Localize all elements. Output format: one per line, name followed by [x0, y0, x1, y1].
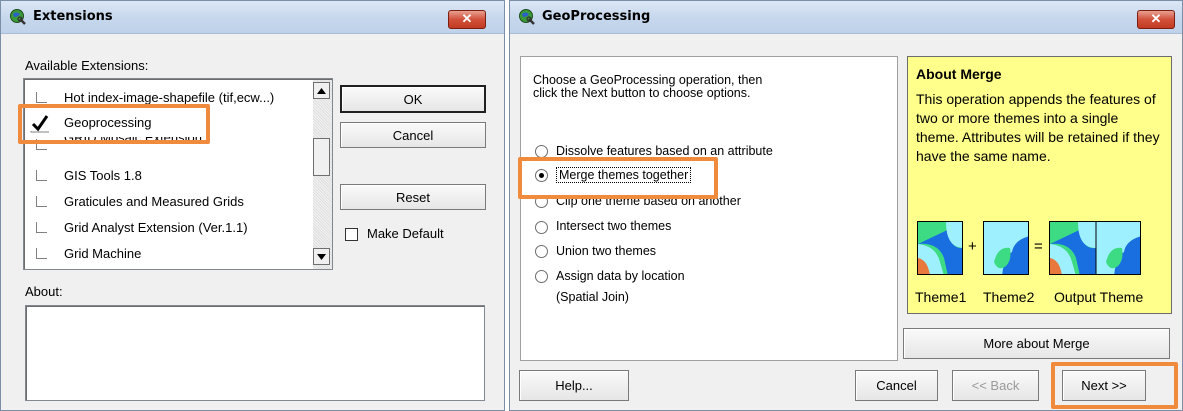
scroll-thumb[interactable]: [313, 138, 330, 176]
theme1-caption: Theme1: [915, 289, 967, 305]
about-label: About:: [25, 284, 63, 299]
scroll-down-button[interactable]: [313, 248, 330, 265]
radio-assign[interactable]: [535, 270, 548, 283]
checkbox[interactable]: [36, 248, 47, 259]
geoprocessing-dialog: GeoProcessing ✕ Choose a GeoProcessing o…: [509, 0, 1183, 411]
list-item[interactable]: GIS Tools 1.8: [24, 163, 314, 188]
equals-sign: =: [1034, 238, 1043, 255]
extensions-close-button[interactable]: ✕: [448, 10, 486, 29]
list-item-label: Grid Analyst Extension (Ver.1.1): [64, 220, 248, 235]
next-highlight: [1051, 362, 1178, 409]
output-theme-caption: Output Theme: [1054, 289, 1144, 305]
reset-button[interactable]: Reset: [340, 184, 486, 210]
scroll-up-button[interactable]: [313, 82, 330, 99]
option-intersect-label[interactable]: Intersect two themes: [556, 219, 671, 233]
make-default-checkbox[interactable]: [345, 228, 358, 241]
option-dissolve-label[interactable]: Dissolve features based on an attribute: [556, 144, 773, 158]
list-item-label: Grid Machine: [64, 246, 142, 261]
help-button[interactable]: Help...: [519, 370, 629, 401]
geoprocessing-titlebar[interactable]: GeoProcessing ✕: [510, 1, 1182, 34]
extensions-titlebar[interactable]: Extensions ✕: [1, 1, 504, 34]
geoprocessing-close-button[interactable]: ✕: [1137, 10, 1175, 29]
extensions-dialog: Extensions ✕ Available Extensions: Hot i…: [0, 0, 505, 411]
option-assign-label[interactable]: Assign data by location: [556, 269, 685, 283]
available-extensions-label: Available Extensions:: [25, 58, 149, 73]
output-theme-map-image: [1049, 221, 1141, 275]
theme1-map-image: [917, 221, 963, 275]
geoprocessing-title: GeoProcessing: [542, 9, 651, 24]
checkbox[interactable]: [36, 170, 47, 181]
list-item[interactable]: Grid Analyst Extension (Ver.1.1): [24, 215, 314, 240]
instructions-text: Choose a GeoProcessing operation, then c…: [533, 73, 763, 100]
checkbox[interactable]: [36, 222, 47, 233]
option-assign-sublabel: (Spatial Join): [556, 290, 629, 304]
make-default-label: Make Default: [367, 226, 444, 241]
arrow-down-icon: [317, 253, 326, 260]
more-about-merge-button[interactable]: More about Merge: [903, 328, 1170, 359]
globe-icon: [519, 9, 535, 25]
about-merge-panel: About Merge This operation appends the f…: [907, 56, 1172, 314]
radio-union[interactable]: [535, 245, 548, 258]
list-item[interactable]: Graticules and Measured Grids: [24, 189, 314, 214]
theme2-caption: Theme2: [983, 289, 1035, 305]
extensions-title: Extensions: [33, 9, 113, 24]
globe-icon: [10, 9, 26, 25]
list-item-label: GIS Tools 1.8: [64, 168, 142, 183]
plus-sign: +: [968, 238, 977, 255]
geoprocessing-highlight: [18, 104, 210, 144]
checkbox[interactable]: [36, 92, 47, 103]
about-merge-text: This operation appends the features of t…: [916, 91, 1160, 164]
option-union-label[interactable]: Union two themes: [556, 244, 656, 258]
list-scrollbar[interactable]: [313, 80, 332, 269]
about-merge-title: About Merge: [916, 66, 1002, 82]
arrow-up-icon: [317, 87, 326, 94]
list-item-label: Graticules and Measured Grids: [64, 194, 244, 209]
merge-highlight: [518, 157, 718, 199]
theme2-map-image: [983, 221, 1029, 275]
about-textarea: [25, 305, 485, 401]
cancel-button[interactable]: Cancel: [855, 370, 938, 401]
cancel-button[interactable]: Cancel: [340, 122, 486, 148]
list-item[interactable]: Grid Machine: [24, 241, 314, 266]
radio-intersect[interactable]: [535, 221, 548, 234]
checkbox[interactable]: [36, 196, 47, 207]
operations-panel: Choose a GeoProcessing operation, then c…: [520, 56, 898, 361]
back-button[interactable]: << Back: [952, 370, 1039, 401]
ok-button[interactable]: OK: [340, 85, 486, 113]
